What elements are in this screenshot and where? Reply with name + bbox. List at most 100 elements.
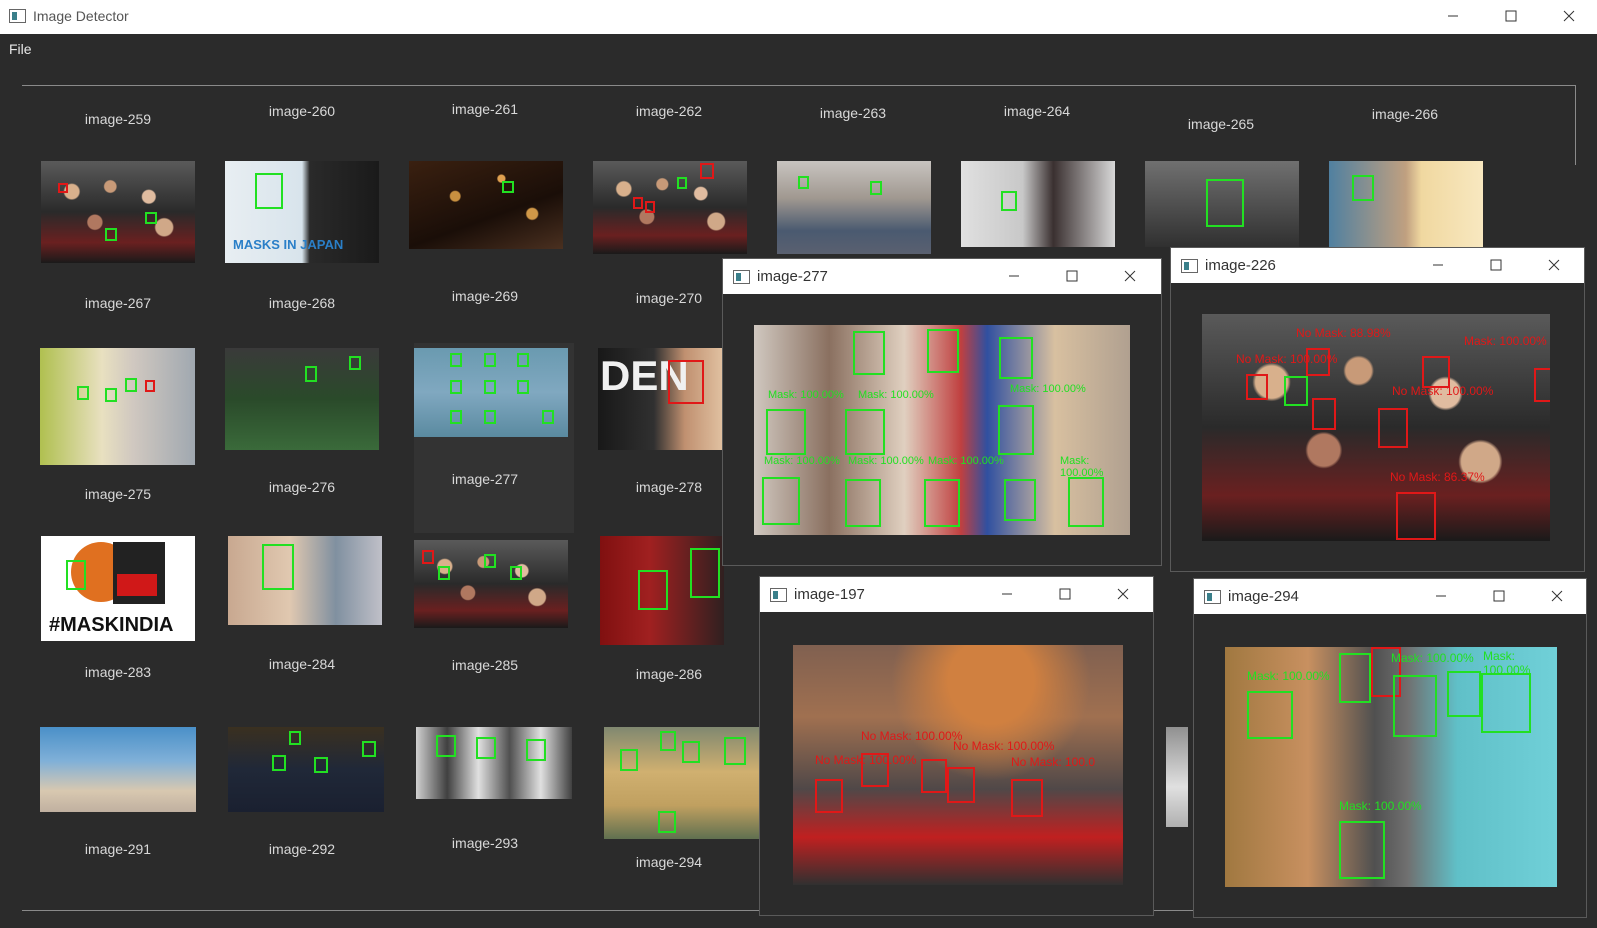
- thumbnail-image[interactable]: [1166, 727, 1188, 827]
- thumbnail-image[interactable]: MASKS IN JAPAN: [225, 161, 379, 263]
- minimize-button[interactable]: [1430, 585, 1452, 607]
- detection-box: [450, 380, 462, 394]
- image-window-226[interactable]: image-226 No Mask: 88.98% Mask: 100.00% …: [1170, 247, 1585, 572]
- detection-label: No Mask: 100.00%: [1392, 384, 1494, 398]
- detection-box: [1534, 368, 1550, 402]
- detection-box: [436, 735, 456, 757]
- maximize-button[interactable]: [1488, 585, 1510, 607]
- thumbnail-image[interactable]: [961, 161, 1115, 247]
- menu-file[interactable]: File: [9, 41, 32, 57]
- thumbnail-image[interactable]: [1145, 161, 1299, 247]
- detection-label: Mask: 100.00%: [928, 455, 1004, 467]
- minimize-button[interactable]: [996, 583, 1018, 605]
- detection-box: [620, 749, 638, 771]
- thumbnail-image[interactable]: DEN: [598, 348, 722, 450]
- maximize-button[interactable]: [1061, 265, 1083, 287]
- thumbnail-image[interactable]: [414, 348, 568, 437]
- detection-box: [484, 380, 496, 394]
- detection-box: [660, 731, 676, 751]
- thumbnail-image[interactable]: [600, 536, 724, 645]
- detection-box: [762, 477, 800, 525]
- thumb-label: image-264: [1003, 103, 1071, 119]
- window-title: image-277: [757, 268, 828, 285]
- thumbnail-image[interactable]: [777, 161, 931, 254]
- detection-box: [450, 410, 462, 424]
- detection-box: [510, 566, 522, 580]
- thumb-label: image-260: [268, 103, 336, 119]
- thumbnail-image[interactable]: #MASKINDIA: [41, 536, 195, 641]
- window-titlebar: image-294: [1194, 579, 1586, 614]
- detection-label: No Mask: 100.00%: [1236, 352, 1338, 366]
- detection-label: Mask: 100.00%: [1464, 334, 1547, 348]
- detection-box: [633, 197, 643, 209]
- detection-box: [77, 386, 89, 400]
- detection-box: [1393, 675, 1437, 737]
- detection-box: [690, 548, 720, 598]
- detection-box: [1001, 191, 1017, 211]
- thumbnail-image[interactable]: [228, 727, 384, 812]
- close-button[interactable]: [1546, 585, 1568, 607]
- detection-label: No Mask: 100.00%: [861, 729, 963, 743]
- thumb-label: image-275: [84, 486, 152, 502]
- detection-box: [1284, 376, 1308, 406]
- minimize-icon: [1433, 264, 1443, 266]
- close-icon: [1551, 590, 1563, 602]
- thumb-label: image-269: [451, 288, 519, 304]
- thumbnail-image[interactable]: [228, 536, 382, 625]
- detection-label: Mask: 100.00%: [1483, 649, 1531, 677]
- close-button[interactable]: [1558, 5, 1580, 27]
- detection-box: [1246, 374, 1268, 400]
- thumbnail-image[interactable]: [41, 161, 195, 263]
- thumb-label: image-284: [268, 656, 336, 672]
- detection-label: Mask: 100.00%: [1010, 383, 1086, 395]
- thumbnail-image[interactable]: [414, 540, 568, 628]
- close-icon: [1563, 10, 1575, 22]
- thumbnail-image[interactable]: [416, 727, 572, 799]
- close-button[interactable]: [1119, 265, 1141, 287]
- detection-box: [853, 331, 885, 375]
- thumbnail-image[interactable]: [409, 161, 563, 249]
- window-title: Image Detector: [33, 8, 129, 24]
- detection-box: [484, 554, 496, 568]
- minimize-button[interactable]: [1442, 5, 1464, 27]
- detection-box: [947, 767, 975, 803]
- detection-box: [517, 353, 529, 367]
- close-button[interactable]: [1543, 254, 1565, 276]
- maximize-button[interactable]: [1500, 5, 1522, 27]
- thumbnail-image[interactable]: [1329, 161, 1483, 247]
- detection-box: [105, 388, 117, 402]
- window-icon: [733, 270, 750, 284]
- thumbnail-image[interactable]: [225, 348, 379, 450]
- detection-box: [422, 550, 434, 564]
- detection-label: Mask: 100.00%: [1247, 669, 1330, 683]
- detection-box: [1068, 477, 1104, 527]
- maximize-button[interactable]: [1485, 254, 1507, 276]
- detection-box: [502, 181, 514, 193]
- close-button[interactable]: [1112, 583, 1134, 605]
- detection-label: No Mask: 100.00%: [815, 753, 917, 767]
- detection-box: [145, 212, 157, 224]
- detection-box: [1396, 492, 1436, 540]
- minimize-button[interactable]: [1003, 265, 1025, 287]
- title-bar: Image Detector: [0, 0, 1597, 34]
- detection-box: [924, 479, 960, 527]
- minimize-button[interactable]: [1427, 254, 1449, 276]
- detection-box: [700, 163, 714, 179]
- window-icon: [770, 588, 787, 602]
- image-window-197[interactable]: image-197 No Mask: 100.00% No Mask: 100.…: [759, 576, 1154, 916]
- detection-box: [542, 410, 554, 424]
- minimize-icon: [1436, 595, 1446, 597]
- thumbnail-image[interactable]: [40, 727, 196, 812]
- image-window-277[interactable]: image-277 Mask: 100.00% Mask: 100.00% Ma…: [722, 258, 1162, 566]
- thumbnail-image[interactable]: [604, 727, 760, 839]
- thumbnail-image[interactable]: [593, 161, 747, 254]
- detection-box: [845, 409, 885, 455]
- maximize-button[interactable]: [1054, 583, 1076, 605]
- detection-box: [314, 757, 328, 773]
- detection-box: [105, 228, 117, 241]
- detection-box: [58, 183, 68, 193]
- app-icon: [9, 9, 26, 23]
- detection-box: [255, 173, 283, 209]
- image-window-294[interactable]: image-294 Mask: 100.00% Mask: 100.00% Ma…: [1193, 578, 1587, 918]
- thumbnail-image[interactable]: [40, 348, 195, 465]
